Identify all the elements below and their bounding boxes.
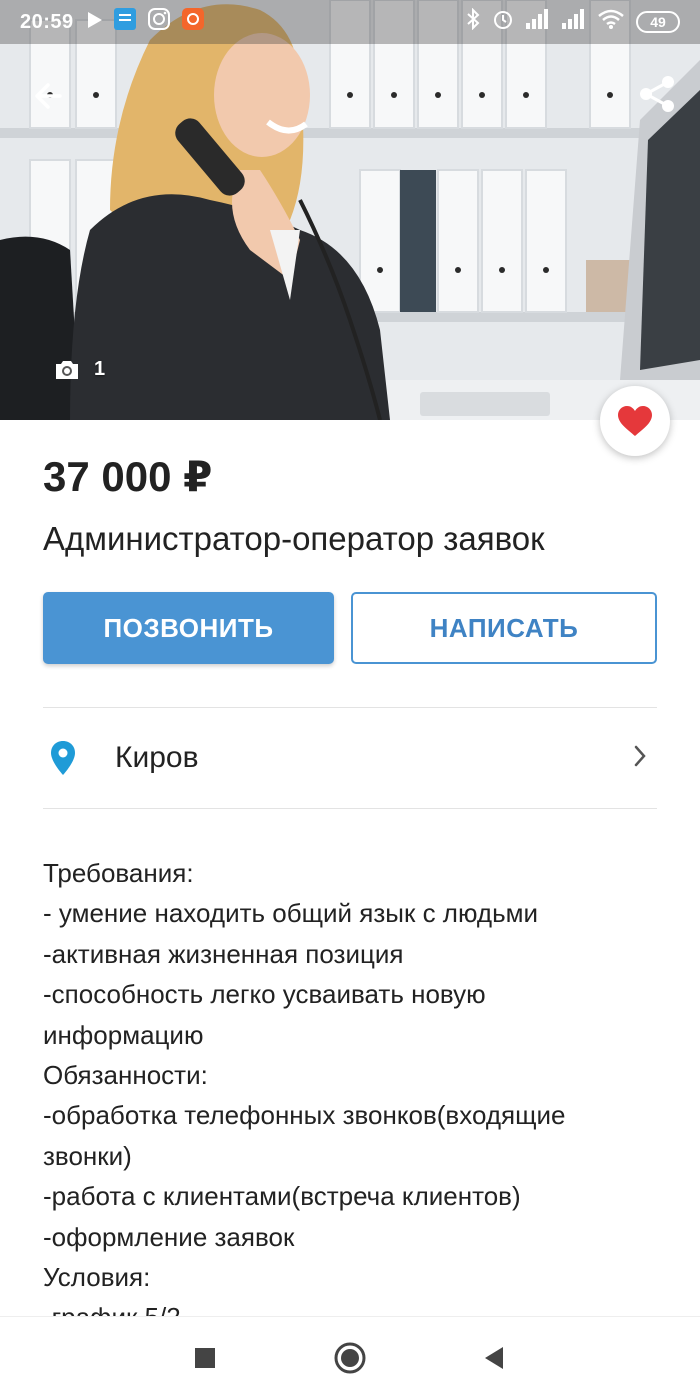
description-line: информацию <box>43 1019 204 1050</box>
wifi-icon <box>598 9 624 35</box>
square-icon <box>195 1348 215 1368</box>
battery-indicator: 49 <box>636 11 680 33</box>
photo-counter: 1 <box>54 358 105 381</box>
heart-icon <box>618 406 652 436</box>
home-button[interactable] <box>330 1340 370 1376</box>
share-button[interactable] <box>636 72 680 116</box>
description-line: -обработка телефонных звонков(входящие <box>43 1100 566 1131</box>
description-line: -активная жизненная позиция <box>43 938 404 969</box>
back-nav-button[interactable] <box>474 1340 514 1376</box>
location-pin-icon <box>50 740 90 776</box>
signal-icon <box>526 9 550 35</box>
description-line: Условия: <box>43 1262 151 1293</box>
description-line: - умение находить общий язык с людьми <box>43 898 539 929</box>
description-line: Обязанности: <box>43 1060 208 1091</box>
call-button[interactable]: ПОЗВОНИТЬ <box>43 592 334 664</box>
description-line: звонки) <box>43 1140 132 1171</box>
recent-apps-button[interactable] <box>185 1340 225 1376</box>
description-line: Требования: <box>43 858 194 888</box>
alarm-icon <box>492 8 514 36</box>
triangle-back-icon <box>485 1347 503 1369</box>
shop-app-icon <box>181 8 204 36</box>
photo-count-text: 1 <box>94 358 106 380</box>
status-time: 20:59 <box>20 10 74 33</box>
ad-description: Требования: - умение находить общий язык… <box>43 853 657 1338</box>
status-bar: 20:59 49 <box>0 0 700 44</box>
write-button[interactable]: НАПИСАТЬ <box>351 592 657 664</box>
signal-icon-2 <box>562 9 586 35</box>
back-button[interactable] <box>30 76 70 116</box>
instagram-icon <box>147 8 170 36</box>
location-row[interactable]: Киров <box>43 708 657 808</box>
bluetooth-icon <box>466 7 480 36</box>
divider <box>43 808 657 809</box>
chevron-right-icon <box>633 744 647 773</box>
circle-icon <box>334 1342 366 1374</box>
favorite-button[interactable] <box>600 386 670 456</box>
price: 37 000 ₽ <box>43 453 213 500</box>
description-line: -оформление заявок <box>43 1221 295 1252</box>
office-photo <box>0 0 700 420</box>
location-city: Киров <box>115 741 199 774</box>
description-line: -способность легко усваивать новую <box>43 979 486 1010</box>
share-icon <box>640 76 674 112</box>
play-icon <box>87 11 102 34</box>
arrow-left-icon <box>35 83 62 109</box>
camera-icon <box>56 360 78 379</box>
ad-photo[interactable] <box>0 0 700 420</box>
app-notification-icon <box>113 8 136 36</box>
description-line: -работа с клиентами(встреча клиентов) <box>43 1181 521 1212</box>
ad-title: Администратор-оператор заявок <box>43 520 545 557</box>
